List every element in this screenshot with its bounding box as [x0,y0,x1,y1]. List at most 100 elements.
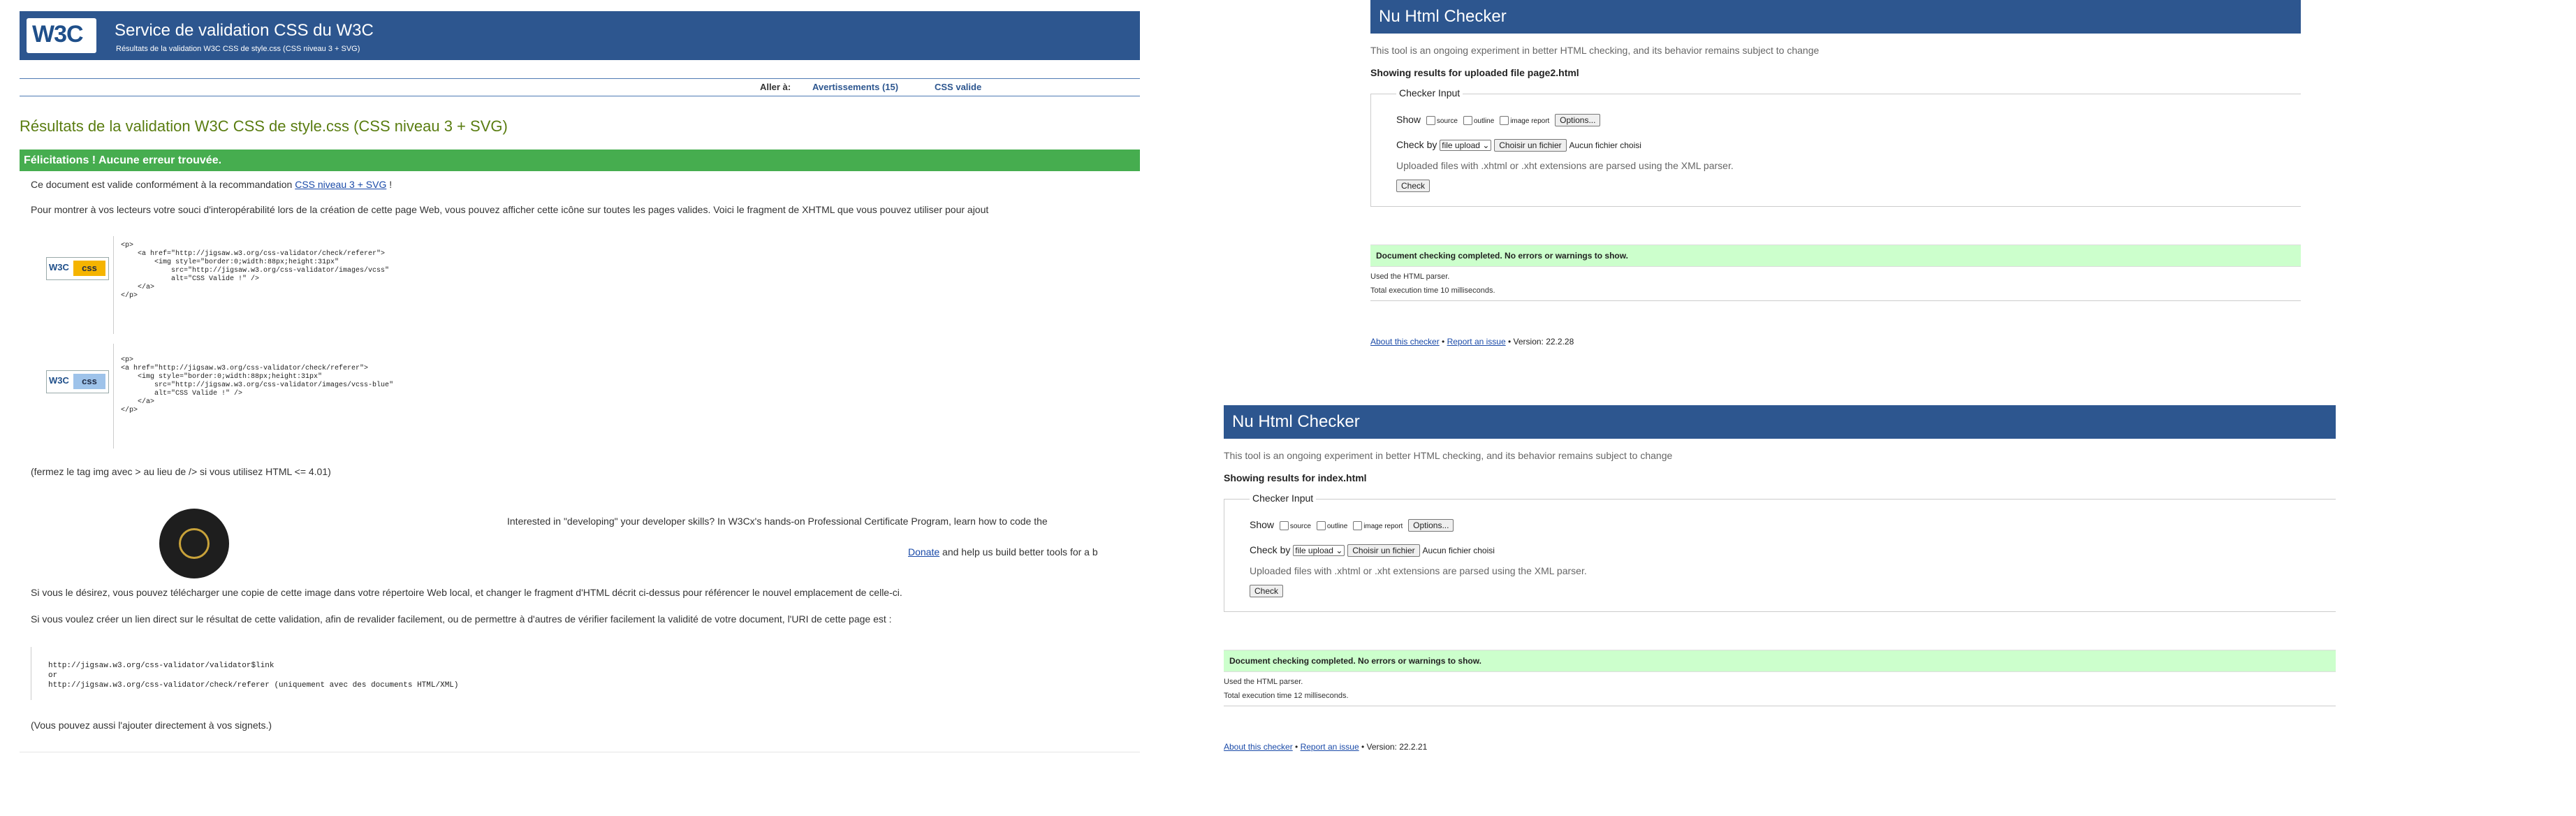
css-validator-header: W3C Service de validation CSS du W3C Rés… [20,11,1140,60]
badge-example-blue: W3C css <p> <a href="http://jigsaw.w3.or… [31,344,1140,449]
checker-input-fieldset: Checker Input Show source outline image … [1370,87,2301,207]
jump-nav: Aller à: Avertissements (15) CSS valide [20,78,1140,96]
image-report-label: image report [1363,523,1403,530]
results-heading: Résultats de la validation W3C CSS de st… [20,117,508,135]
check-row: Check [1250,585,1284,598]
donate-text: and help us build better tools for a b [942,546,1098,558]
parser-note: Used the HTML parser. [1370,272,1450,281]
show-label: Show [1250,519,1275,530]
chevron-down-icon: ⌄ [1335,546,1343,556]
check-by-row: Check by file upload ⌄ Choisir un fichie… [1250,544,1495,558]
valid-css-badge-gold[interactable]: W3C css [46,257,109,280]
image-report-checkbox[interactable] [1500,115,1509,125]
choose-file-button[interactable]: Choisir un fichier [1494,139,1567,152]
nu-intro: This tool is an ongoing experiment in be… [1224,450,1673,461]
source-checkbox[interactable] [1426,115,1435,125]
w3c-logo-text: W3C [32,21,84,48]
valid-statement-suffix: ! [389,179,393,190]
css-validator-window: W3C Service de validation CSS du W3C Rés… [0,0,1140,816]
donate-line: Donate and help us build better tools fo… [908,546,1098,558]
about-checker-link[interactable]: About this checker [1370,337,1440,347]
no-file-chosen: Aucun fichier choisi [1422,546,1495,555]
nu-header: Nu Html Checker [1224,405,2336,439]
choose-file-button[interactable]: Choisir un fichier [1347,544,1420,558]
upload-note: Uploaded files with .xhtml or .xht exten… [1250,565,1587,576]
nu-intro: This tool is an ongoing experiment in be… [1370,45,1820,56]
valid-css-badge-blue[interactable]: W3C css [46,370,109,393]
badge-snippet-blue: <p> <a href="http://jigsaw.w3.org/css-va… [113,344,393,449]
report-issue-link[interactable]: Report an issue [1447,337,1506,347]
outline-label: outline [1473,117,1495,125]
checker-input-legend: Checker Input [1396,87,1463,99]
check-by-select[interactable]: file upload ⌄ [1440,140,1492,152]
outline-label: outline [1326,523,1348,530]
about-checker-link[interactable]: About this checker [1224,742,1293,752]
valid-statement: Ce document est valide conformément à la… [31,179,392,190]
success-text: Document checking completed. No errors o… [1376,251,1628,261]
outline-checkbox[interactable] [1316,520,1326,530]
options-button[interactable]: Options... [1555,114,1601,127]
nu-title: Nu Html Checker [1232,412,1360,431]
nu-showing-results: Showing results for index.html [1224,472,1367,483]
css-recommendation-link[interactable]: CSS niveau 3 + SVG [295,179,386,190]
check-row: Check [1396,180,1430,193]
donate-link[interactable]: Donate [908,546,939,558]
badge-w3c-text: W3C [49,262,69,272]
direct-link-text: Si vous voulez créer un lien direct sur … [31,613,892,625]
badge-snippet-gold: <p> <a href="http://jigsaw.w3.org/css-va… [113,236,389,334]
w3cx-promo-logo[interactable] [159,509,229,578]
check-by-select[interactable]: file upload ⌄ [1293,545,1345,557]
badge-css-text: css [73,261,105,276]
show-options-row: Show source outline image report Options… [1396,114,1601,127]
valid-css-link[interactable]: CSS valide [935,82,981,92]
badge-css-text: css [73,374,105,389]
w3c-logo[interactable]: W3C [27,18,96,53]
image-report-label: image report [1510,117,1550,125]
upload-note: Uploaded files with .xhtml or .xht exten… [1396,160,1734,171]
version-text: Version: 22.2.21 [1366,742,1428,752]
source-label: source [1289,523,1311,530]
checker-input-legend: Checker Input [1250,493,1317,504]
warnings-link[interactable]: Avertissements (15) [812,82,898,92]
congrats-banner: Félicitations ! Aucune erreur trouvée. [20,150,1140,171]
check-by-label: Check by [1396,139,1437,150]
success-message: Document checking completed. No errors o… [1224,650,2336,672]
execution-time: Total execution time 12 milliseconds. [1224,692,1349,700]
image-report-checkbox[interactable] [1353,520,1363,530]
nu-checker-window-2: Nu Html Checker This tool is an ongoing … [1224,405,2336,796]
nu-checker-window-1: Nu Html Checker This tool is an ongoing … [1370,0,2301,377]
options-button[interactable]: Options... [1408,519,1454,532]
page-subtitle: Résultats de la validation W3C CSS de st… [116,45,360,53]
version-text: Version: 22.2.28 [1513,337,1574,347]
bookmark-text: (Vous pouvez aussi l'ajouter directement… [31,720,272,731]
congrats-text: Félicitations ! Aucune erreur trouvée. [24,154,222,166]
uri-block: http://jigsaw.w3.org/css-validator/valid… [31,647,1140,700]
badge-w3c-text: W3C [49,375,69,386]
parser-note: Used the HTML parser. [1224,678,1303,686]
nu-footer: About this checker • Report an issue • V… [1370,337,1574,347]
no-file-chosen: Aucun fichier choisi [1569,140,1641,150]
nu-footer: About this checker • Report an issue • V… [1224,742,1428,752]
source-checkbox[interactable] [1279,520,1289,530]
icon-intro-text: Pour montrer à vos lecteurs votre souci … [31,204,989,215]
show-options-row: Show source outline image report Options… [1250,519,1454,532]
success-text: Document checking completed. No errors o… [1229,656,1481,666]
checker-input-fieldset: Checker Input Show source outline image … [1224,493,2336,612]
check-by-value: file upload [1442,140,1480,151]
outline-checkbox[interactable] [1463,115,1472,125]
report-issue-link[interactable]: Report an issue [1301,742,1359,752]
execution-time: Total execution time 10 milliseconds. [1370,286,1495,295]
chevron-down-icon: ⌄ [1482,140,1490,151]
show-label: Show [1396,114,1421,125]
check-by-row: Check by file upload ⌄ Choisir un fichie… [1396,139,1641,152]
jump-nav-label: Aller à: [760,82,791,92]
success-message: Document checking completed. No errors o… [1370,245,2301,267]
valid-statement-text: Ce document est valide conformément à la… [31,179,293,190]
check-button[interactable]: Check [1250,585,1284,598]
nu-title: Nu Html Checker [1379,7,1507,26]
promo-text: Interested in "developing" your develope… [507,516,1048,527]
check-button[interactable]: Check [1396,180,1430,193]
page-title: Service de validation CSS du W3C [115,21,374,40]
divider [1370,300,2301,301]
source-label: source [1436,117,1458,125]
